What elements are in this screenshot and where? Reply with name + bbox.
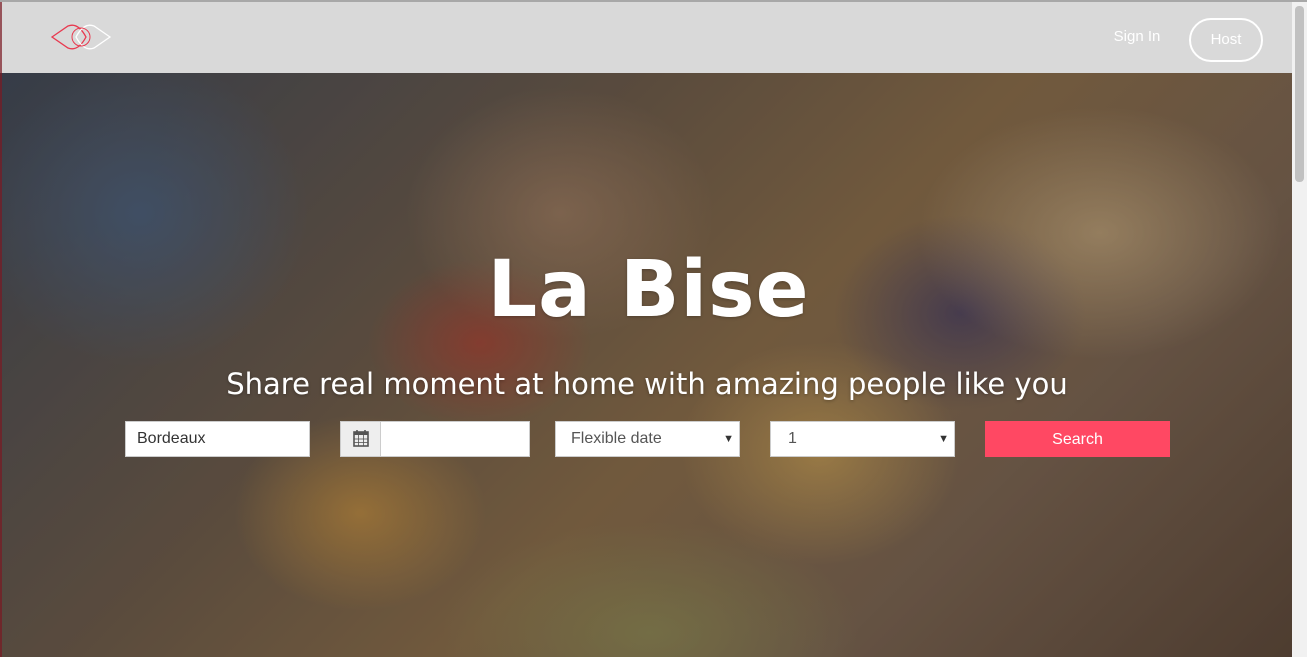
site-header: Sign In Host bbox=[0, 2, 1292, 73]
date-flexibility-value: Flexible date bbox=[571, 430, 662, 447]
date-flexibility-select[interactable]: Flexible date ▼ bbox=[555, 421, 740, 457]
guests-value: 1 bbox=[788, 430, 797, 447]
chevron-down-icon: ▼ bbox=[938, 433, 949, 445]
brand-logo-icon[interactable] bbox=[50, 22, 112, 52]
chevron-down-icon: ▼ bbox=[723, 433, 734, 445]
date-input[interactable] bbox=[380, 421, 530, 457]
guests-select[interactable]: 1 ▼ bbox=[770, 421, 955, 457]
sign-in-link[interactable]: Sign In bbox=[1105, 28, 1169, 45]
hero-subtitle: Share real moment at home with amazing p… bbox=[226, 367, 1068, 401]
search-button[interactable]: Search bbox=[985, 421, 1170, 457]
vertical-scrollbar[interactable] bbox=[1292, 2, 1307, 657]
browser-viewport: Sign In Host La Bise Share real moment a… bbox=[0, 0, 1307, 657]
calendar-icon[interactable] bbox=[340, 421, 381, 457]
host-button[interactable]: Host bbox=[1189, 18, 1263, 62]
city-input[interactable] bbox=[125, 421, 310, 457]
window-edge bbox=[0, 2, 2, 657]
hero-title: La Bise bbox=[487, 245, 810, 335]
scrollbar-thumb[interactable] bbox=[1295, 6, 1304, 182]
hero-section: La Bise Share real moment at home with a… bbox=[0, 73, 1292, 657]
